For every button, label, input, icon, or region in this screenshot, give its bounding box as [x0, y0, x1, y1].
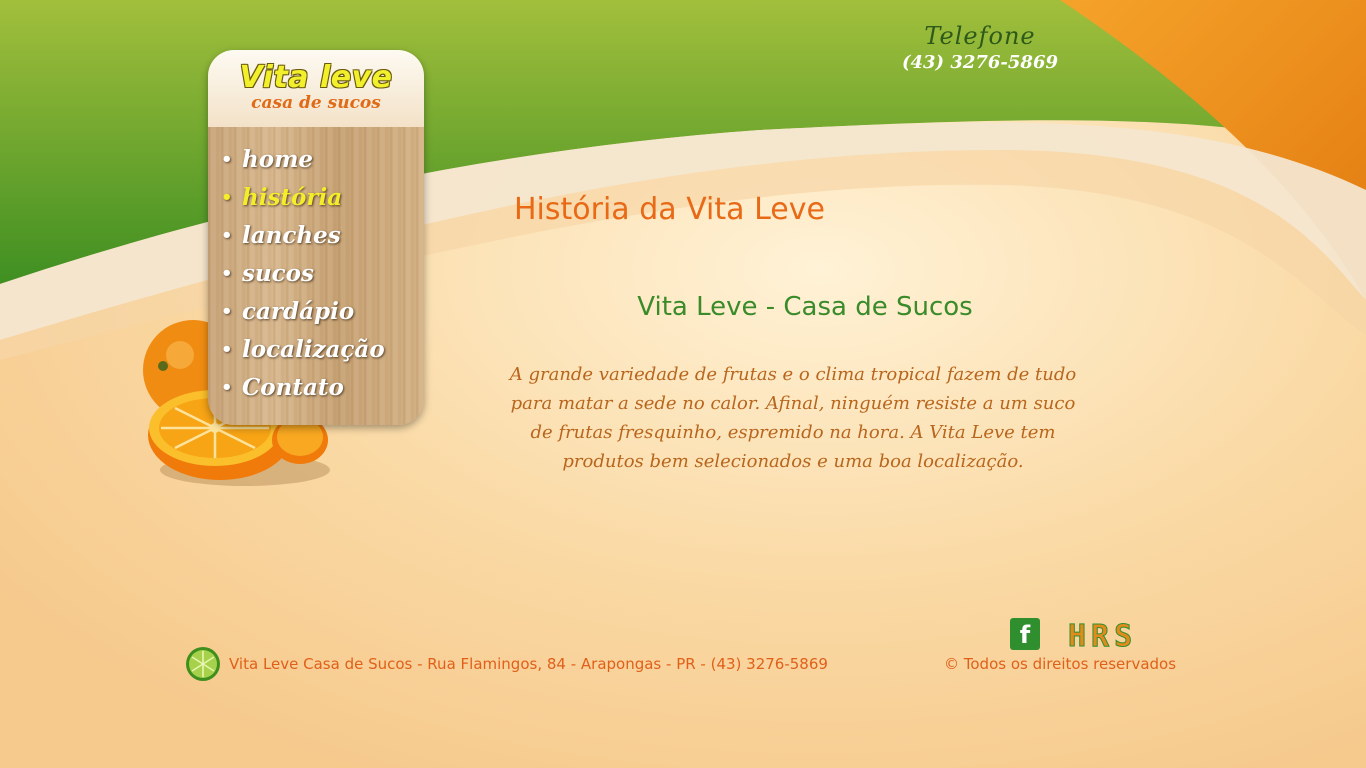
bullet-icon: • [221, 377, 233, 398]
history-paragraph: A grande variedade de frutas e o clima t… [488, 360, 1098, 476]
brand-tagline: casa de sucos [251, 93, 381, 113]
phone-label: Telefone [924, 22, 1036, 50]
nav-item-label: localização [242, 336, 385, 363]
paragraph-line: A grande variedade de frutas e o clima t… [509, 364, 1077, 385]
nav-item-localizacao[interactable]: • localização [221, 331, 424, 369]
bullet-icon: • [221, 225, 233, 246]
nav-item-label: sucos [242, 260, 314, 287]
bullet-icon: • [221, 339, 233, 360]
bullet-icon: • [221, 187, 233, 208]
paragraph-line: para matar a sede no calor. Afinal, ning… [510, 393, 1076, 414]
nav-item-label: história [242, 184, 343, 211]
hrs-logo[interactable]: HRS [1067, 619, 1137, 655]
section-subtitle: Vita Leve - Casa de Sucos [637, 292, 973, 322]
brand-name: Vita leve [239, 60, 393, 95]
menu-wood-panel: • home • história • lanches • sucos • cardápi… [208, 127, 424, 425]
bullet-icon: • [221, 263, 233, 284]
bullet-icon: • [221, 149, 233, 170]
nav-item-lanches[interactable]: • lanches [221, 217, 424, 255]
footer-address: Vita Leve Casa de Sucos - Rua Flamingos,… [229, 655, 828, 673]
facebook-icon[interactable]: f [1010, 618, 1040, 650]
nav-menu: • home • história • lanches • sucos • cardápi… [208, 127, 424, 407]
phone-number: (43) 3276-5869 [901, 52, 1058, 73]
nav-item-home[interactable]: • home [221, 141, 424, 179]
page-title: História da Vita Leve [514, 192, 825, 227]
nav-item-cardapio[interactable]: • cardápio [221, 293, 424, 331]
nav-item-historia[interactable]: • história [221, 179, 424, 217]
nav-item-label: lanches [242, 222, 341, 249]
copyright-text: © Todos os direitos reservados [944, 655, 1177, 673]
navigation-panel: Vita leve casa de sucos • home • história … [208, 50, 424, 425]
nav-item-sucos[interactable]: • sucos [221, 255, 424, 293]
nav-item-label: Contato [242, 374, 344, 401]
phone-block: Telefone (43) 3276-5869 [880, 22, 1080, 73]
nav-item-label: cardápio [242, 298, 355, 325]
bullet-icon: • [221, 301, 233, 322]
brand-logo[interactable]: Vita leve casa de sucos [208, 50, 424, 127]
nav-item-label: home [242, 146, 314, 173]
lime-icon [186, 647, 220, 681]
paragraph-line: produtos bem selecionados e uma boa loca… [562, 451, 1024, 472]
nav-item-contato[interactable]: • Contato [221, 369, 424, 407]
paragraph-line: de frutas fresquinho, espremido na hora.… [530, 422, 1056, 443]
